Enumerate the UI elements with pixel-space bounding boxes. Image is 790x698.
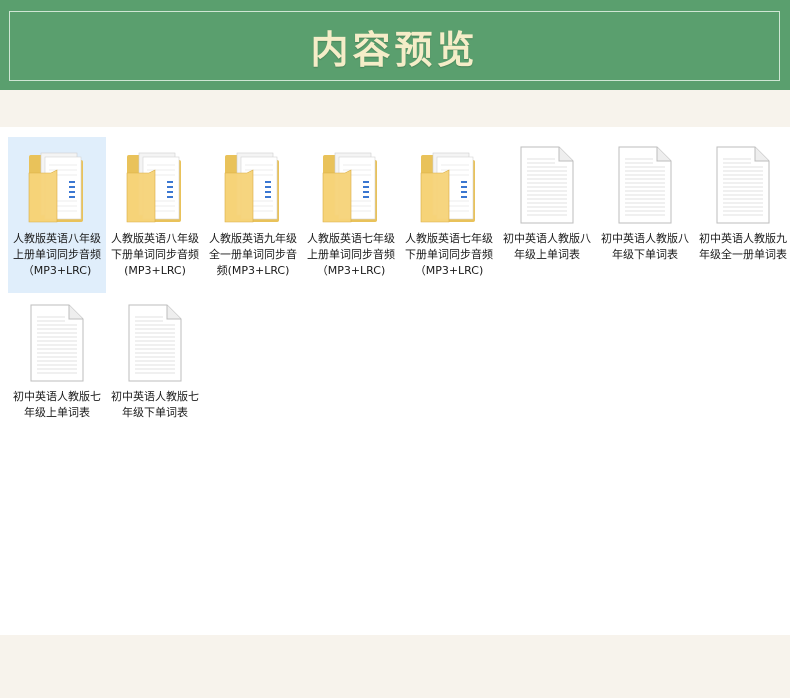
file-browser-panel: 人教版英语八年级上册单词同步音频（MP3+LRC) 人教版英语八年级下册单词同步… (0, 127, 790, 635)
document-icon (123, 303, 187, 383)
file-item-document[interactable]: 初中英语人教版八年级上单词表 (498, 137, 596, 293)
file-item-document[interactable]: 初中英语人教版七年级上单词表 (8, 295, 106, 451)
file-label: 人教版英语七年级下册单词同步音频（MP3+LRC) (405, 232, 493, 277)
file-label: 初中英语人教版八年级上单词表 (503, 232, 591, 261)
file-label: 人教版英语九年级全一册单词同步音频(MP3+LRC) (209, 232, 297, 277)
file-label: 人教版英语七年级上册单词同步音频（MP3+LRC) (307, 232, 395, 277)
document-icon (25, 303, 89, 383)
file-item-folder[interactable]: 人教版英语九年级全一册单词同步音频(MP3+LRC) (204, 137, 302, 293)
banner-frame: 内容预览 (9, 11, 780, 81)
folder-icon (123, 145, 187, 225)
document-icon (711, 145, 775, 225)
file-label: 初中英语人教版七年级下单词表 (111, 390, 199, 419)
file-item-document[interactable]: 初中英语人教版八年级下单词表 (596, 137, 694, 293)
file-item-folder[interactable]: 人教版英语七年级上册单词同步音频（MP3+LRC) (302, 137, 400, 293)
folder-icon (221, 145, 285, 225)
folder-icon (417, 145, 481, 225)
file-label: 初中英语人教版七年级上单词表 (13, 390, 101, 419)
page-title: 内容预览 (310, 26, 479, 72)
file-item-document[interactable]: 初中英语人教版九年级全一册单词表 (694, 137, 790, 293)
header-banner: 内容预览 (0, 0, 790, 90)
file-item-document[interactable]: 初中英语人教版七年级下单词表 (106, 295, 204, 451)
file-label: 初中英语人教版九年级全一册单词表 (699, 232, 787, 261)
file-label: 初中英语人教版八年级下单词表 (601, 232, 689, 261)
folder-icon (25, 145, 89, 225)
document-icon (613, 145, 677, 225)
file-grid: 人教版英语八年级上册单词同步音频（MP3+LRC) 人教版英语八年级下册单词同步… (8, 137, 788, 437)
file-label: 人教版英语八年级上册单词同步音频（MP3+LRC) (13, 232, 101, 277)
document-icon (515, 145, 579, 225)
file-item-folder[interactable]: 人教版英语八年级下册单词同步音频(MP3+LRC) (106, 137, 204, 293)
folder-icon (319, 145, 383, 225)
file-item-folder[interactable]: 人教版英语七年级下册单词同步音频（MP3+LRC) (400, 137, 498, 293)
file-label: 人教版英语八年级下册单词同步音频(MP3+LRC) (111, 232, 199, 277)
file-item-folder[interactable]: 人教版英语八年级上册单词同步音频（MP3+LRC) (8, 137, 106, 293)
